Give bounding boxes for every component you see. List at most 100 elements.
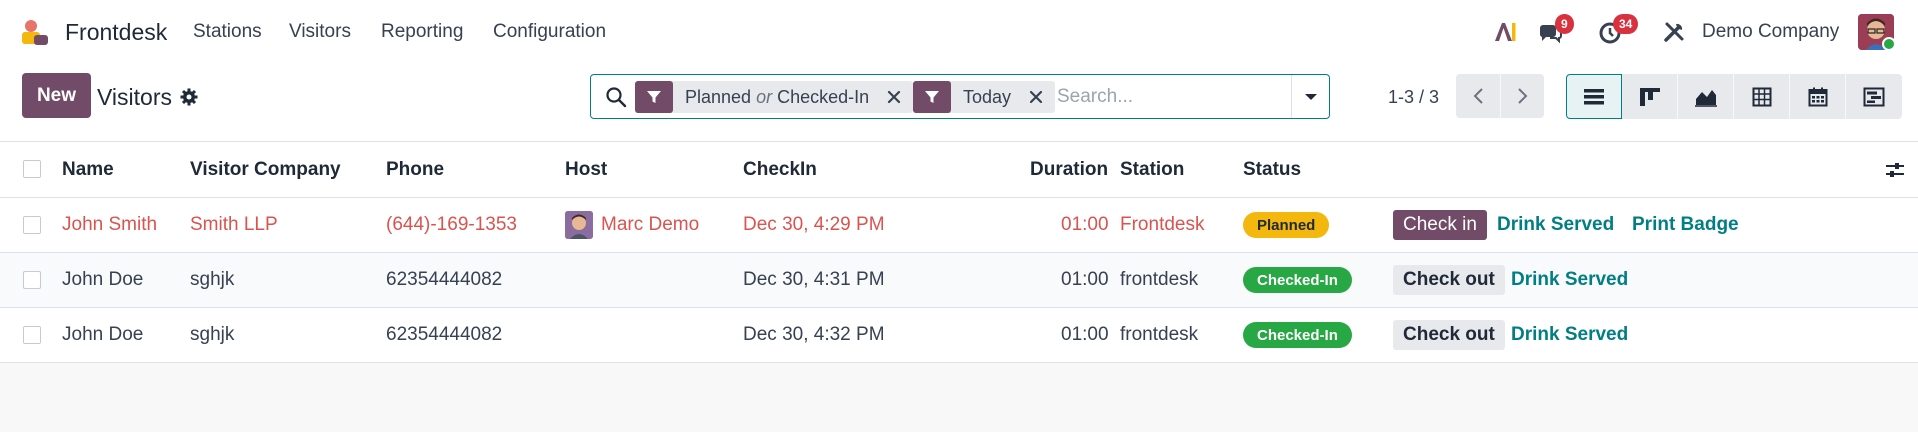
new-button[interactable]: New xyxy=(22,73,91,118)
status-badge: Checked-In xyxy=(1243,267,1352,293)
row-checkbox[interactable] xyxy=(23,271,41,289)
ai-icon[interactable] xyxy=(1492,19,1518,45)
calendar-view-button[interactable] xyxy=(1790,74,1846,119)
duration: 01:00 xyxy=(1061,214,1109,235)
filter-icon xyxy=(635,81,673,113)
gear-icon[interactable] xyxy=(180,88,198,106)
checkin-datetime: Dec 30, 4:32 PM xyxy=(743,324,885,345)
print-badge-button[interactable]: Print Badge xyxy=(1632,210,1739,240)
close-icon[interactable] xyxy=(1027,88,1045,106)
column-header-checkin[interactable]: CheckIn xyxy=(743,142,817,197)
list-view-button[interactable] xyxy=(1566,74,1622,119)
control-panel: New Visitors Planned or Checked-In Today… xyxy=(0,64,1918,142)
pager-previous-button[interactable] xyxy=(1456,74,1500,118)
check-in-button[interactable]: Check in xyxy=(1393,210,1487,240)
visitor-name: John Doe xyxy=(62,324,144,345)
table-header-row: Name Visitor Company Phone Host CheckIn … xyxy=(0,142,1918,198)
page-title: Visitors xyxy=(97,84,172,110)
column-header-host[interactable]: Host xyxy=(565,142,607,197)
facet-label: Planned or Checked-In xyxy=(685,86,870,107)
column-header-status[interactable]: Status xyxy=(1243,142,1301,197)
table-row[interactable]: John Doe sghjk 62354444082 Dec 30, 4:32 … xyxy=(0,308,1918,363)
facet-label: Today xyxy=(963,86,1012,107)
row-checkbox[interactable] xyxy=(23,216,41,234)
status-badge: Planned xyxy=(1243,212,1330,238)
row-checkbox[interactable] xyxy=(23,326,41,344)
calendar-icon xyxy=(1808,87,1827,106)
visitor-phone: 62354444082 xyxy=(386,324,503,345)
gantt-icon xyxy=(1863,87,1885,106)
table-row[interactable]: John Smith Smith LLP (644)-169-1353 Marc… xyxy=(0,198,1918,253)
chevron-right-icon xyxy=(1517,88,1527,104)
close-icon[interactable] xyxy=(885,88,903,106)
select-all-checkbox[interactable] xyxy=(23,160,41,178)
visitor-name: John Smith xyxy=(62,214,158,235)
status-badge: Checked-In xyxy=(1243,322,1352,348)
gantt-view-button[interactable] xyxy=(1846,74,1902,119)
checkin-datetime: Dec 30, 4:31 PM xyxy=(743,269,885,290)
checkin-datetime: Dec 30, 4:29 PM xyxy=(743,214,885,235)
visitor-name: John Doe xyxy=(62,269,144,290)
host-name: Marc Demo xyxy=(601,214,700,235)
search-options-toggle[interactable] xyxy=(1291,75,1330,118)
search-box[interactable]: Planned or Checked-In Today xyxy=(590,74,1330,119)
host-cell[interactable]: Marc Demo xyxy=(565,198,699,252)
view-switcher xyxy=(1566,74,1902,119)
status-cell: Checked-In xyxy=(1243,308,1352,362)
pager-next-button[interactable] xyxy=(1500,74,1544,118)
list-icon xyxy=(1584,88,1604,104)
station: frontdesk xyxy=(1120,324,1199,345)
check-out-button[interactable]: Check out xyxy=(1393,265,1505,295)
area-chart-icon xyxy=(1694,89,1717,107)
column-header-station[interactable]: Station xyxy=(1120,142,1184,197)
column-header-phone[interactable]: Phone xyxy=(386,142,444,197)
status-cell: Planned xyxy=(1243,198,1330,252)
caret-down-icon xyxy=(1305,93,1317,100)
status-cell: Checked-In xyxy=(1243,253,1352,307)
visitor-phone: (644)-169-1353 xyxy=(386,214,517,235)
visitor-company: sghjk xyxy=(190,324,235,345)
menu-configuration[interactable]: Configuration xyxy=(493,21,606,43)
host-avatar xyxy=(565,211,593,239)
optional-columns-icon[interactable] xyxy=(1884,160,1906,180)
graph-view-button[interactable] xyxy=(1678,74,1734,119)
facet-status-filter: Planned or Checked-In xyxy=(635,81,914,113)
column-header-duration[interactable]: Duration xyxy=(1030,142,1108,197)
pivot-table-icon xyxy=(1752,87,1771,106)
company-switcher[interactable]: Demo Company xyxy=(1702,21,1839,43)
pager-value[interactable]: 1-3 / 3 xyxy=(1388,87,1439,108)
visitors-list: Name Visitor Company Phone Host CheckIn … xyxy=(0,142,1918,363)
check-out-button[interactable]: Check out xyxy=(1393,320,1505,350)
station: frontdesk xyxy=(1120,269,1199,290)
app-name[interactable]: Frontdesk xyxy=(65,19,167,46)
facet-date-filter: Today xyxy=(913,81,1056,113)
duration: 01:00 xyxy=(1061,324,1109,345)
column-header-name[interactable]: Name xyxy=(62,142,114,197)
frontdesk-app-icon[interactable] xyxy=(20,18,50,46)
kanban-icon xyxy=(1639,87,1660,106)
pivot-view-button[interactable] xyxy=(1734,74,1790,119)
drink-served-button[interactable]: Drink Served xyxy=(1511,320,1628,350)
search-input[interactable] xyxy=(1057,83,1277,111)
kanban-view-button[interactable] xyxy=(1622,74,1678,119)
visitor-phone: 62354444082 xyxy=(386,269,503,290)
station: Frontdesk xyxy=(1120,214,1205,235)
filter-icon xyxy=(913,81,951,113)
messages-count-badge: 9 xyxy=(1555,14,1574,34)
column-header-visitor-company[interactable]: Visitor Company xyxy=(190,142,341,197)
visitor-company: sghjk xyxy=(190,269,235,290)
search-icon[interactable] xyxy=(605,86,627,108)
menu-stations[interactable]: Stations xyxy=(193,21,262,43)
visitor-company: Smith LLP xyxy=(190,214,278,235)
chevron-left-icon xyxy=(1473,88,1483,104)
online-status-dot xyxy=(1882,37,1896,51)
table-row[interactable]: John Doe sghjk 62354444082 Dec 30, 4:31 … xyxy=(0,253,1918,308)
drink-served-button[interactable]: Drink Served xyxy=(1497,210,1614,240)
activities-count-badge: 34 xyxy=(1613,14,1639,34)
drink-served-button[interactable]: Drink Served xyxy=(1511,265,1628,295)
menu-visitors[interactable]: Visitors xyxy=(289,21,351,43)
menu-reporting[interactable]: Reporting xyxy=(381,21,463,43)
duration: 01:00 xyxy=(1061,269,1109,290)
debug-tools-icon[interactable] xyxy=(1661,19,1687,45)
navbar: Frontdesk Stations Visitors Reporting Co… xyxy=(0,0,1918,64)
